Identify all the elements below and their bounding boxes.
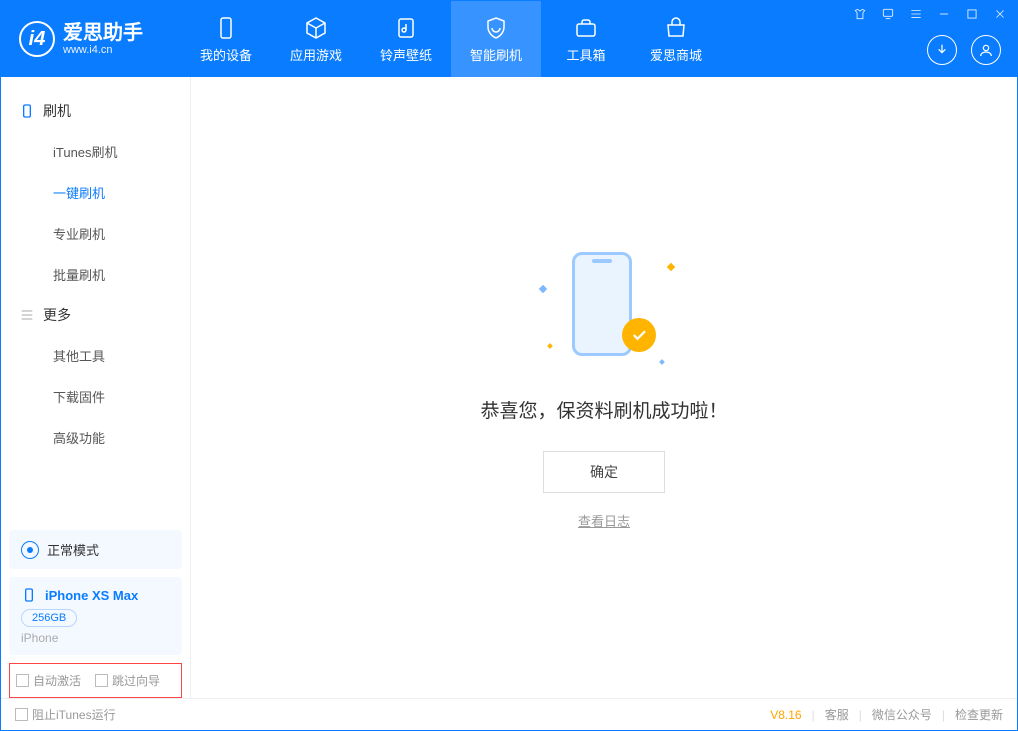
device-type: iPhone	[21, 631, 170, 645]
spark-icon	[659, 359, 665, 365]
header-right-actions	[927, 35, 1001, 65]
maximize-button[interactable]	[963, 5, 981, 23]
device-name: iPhone XS Max	[45, 588, 138, 603]
sidebar-item-batch-flash[interactable]: 批量刷机	[1, 254, 190, 295]
phone-icon	[19, 103, 35, 119]
footer-link-update[interactable]: 检查更新	[955, 706, 1003, 723]
close-button[interactable]	[991, 5, 1009, 23]
tshirt-icon[interactable]	[851, 5, 869, 23]
logo-title: 爱思助手	[63, 22, 143, 44]
device-icon	[213, 15, 239, 41]
nav-my-device[interactable]: 我的设备	[181, 1, 271, 77]
spark-icon	[547, 343, 553, 349]
nav-smart-flash[interactable]: 智能刷机	[451, 1, 541, 77]
nav-apps-games[interactable]: 应用游戏	[271, 1, 361, 77]
refresh-shield-icon	[483, 15, 509, 41]
device-card[interactable]: iPhone XS Max 256GB iPhone	[9, 577, 182, 655]
shop-icon	[663, 15, 689, 41]
spark-icon	[539, 284, 547, 292]
sidebar-item-onekey-flash[interactable]: 一键刷机	[1, 172, 190, 213]
spark-icon	[667, 262, 675, 270]
sidebar-item-advanced[interactable]: 高级功能	[1, 417, 190, 458]
checkbox-icon	[16, 674, 29, 687]
list-icon	[19, 307, 35, 323]
sidebar-bottom: 正常模式 iPhone XS Max 256GB iPhone 自动激活	[1, 522, 190, 698]
footer-right: V8.16 | 客服 | 微信公众号 | 检查更新	[770, 706, 1003, 723]
checkbox-block-itunes[interactable]: 阻止iTunes运行	[15, 706, 116, 723]
checkbox-auto-activate[interactable]: 自动激活	[16, 672, 81, 689]
footer-link-wechat[interactable]: 微信公众号	[872, 706, 932, 723]
top-nav: 我的设备 应用游戏 铃声壁纸 智能刷机 工具箱 爱思商城	[181, 1, 721, 77]
header: i4 爱思助手 www.i4.cn 我的设备 应用游戏 铃声壁纸 智能刷机	[1, 1, 1017, 77]
version-label: V8.16	[770, 708, 801, 722]
feedback-icon[interactable]	[879, 5, 897, 23]
menu-icon[interactable]	[907, 5, 925, 23]
nav-ringtone-wallpaper[interactable]: 铃声壁纸	[361, 1, 451, 77]
options-highlight: 自动激活 跳过向导	[9, 663, 182, 698]
sidebar-section-flash: 刷机	[1, 91, 190, 131]
sidebar-item-other-tools[interactable]: 其他工具	[1, 335, 190, 376]
nav-store[interactable]: 爱思商城	[631, 1, 721, 77]
mode-icon	[21, 541, 39, 559]
footer-link-support[interactable]: 客服	[825, 706, 849, 723]
app-window: i4 爱思助手 www.i4.cn 我的设备 应用游戏 铃声壁纸 智能刷机	[0, 0, 1018, 731]
body: 刷机 iTunes刷机 一键刷机 专业刷机 批量刷机 更多 其他工具 下载固件 …	[1, 77, 1017, 698]
cube-icon	[303, 15, 329, 41]
ok-button[interactable]: 确定	[543, 451, 665, 493]
sidebar: 刷机 iTunes刷机 一键刷机 专业刷机 批量刷机 更多 其他工具 下载固件 …	[1, 77, 191, 698]
checkbox-icon	[15, 708, 28, 721]
logo-subtitle: www.i4.cn	[63, 44, 143, 56]
minimize-button[interactable]	[935, 5, 953, 23]
sidebar-item-itunes-flash[interactable]: iTunes刷机	[1, 131, 190, 172]
sidebar-item-pro-flash[interactable]: 专业刷机	[1, 213, 190, 254]
success-message: 恭喜您，保资料刷机成功啦！	[480, 396, 727, 423]
phone-small-icon	[21, 587, 37, 603]
main-content: 恭喜您，保资料刷机成功啦！ 确定 查看日志	[191, 77, 1017, 698]
checkbox-skip-guide[interactable]: 跳过向导	[95, 672, 160, 689]
nav-toolbox[interactable]: 工具箱	[541, 1, 631, 77]
user-button[interactable]	[971, 35, 1001, 65]
success-badge-icon	[622, 318, 656, 352]
download-button[interactable]	[927, 35, 957, 65]
sidebar-section-more: 更多	[1, 295, 190, 335]
mode-card[interactable]: 正常模式	[9, 530, 182, 569]
toolbox-icon	[573, 15, 599, 41]
logo: i4 爱思助手 www.i4.cn	[1, 21, 161, 57]
footer: 阻止iTunes运行 V8.16 | 客服 | 微信公众号 | 检查更新	[1, 698, 1017, 730]
logo-icon: i4	[19, 21, 55, 57]
success-illustration	[534, 246, 674, 366]
device-capacity: 256GB	[21, 609, 77, 627]
music-file-icon	[393, 15, 419, 41]
checkbox-icon	[95, 674, 108, 687]
title-bar-controls	[851, 5, 1009, 23]
mode-label: 正常模式	[47, 540, 99, 559]
sidebar-item-download-firmware[interactable]: 下载固件	[1, 376, 190, 417]
view-log-link[interactable]: 查看日志	[578, 511, 630, 530]
